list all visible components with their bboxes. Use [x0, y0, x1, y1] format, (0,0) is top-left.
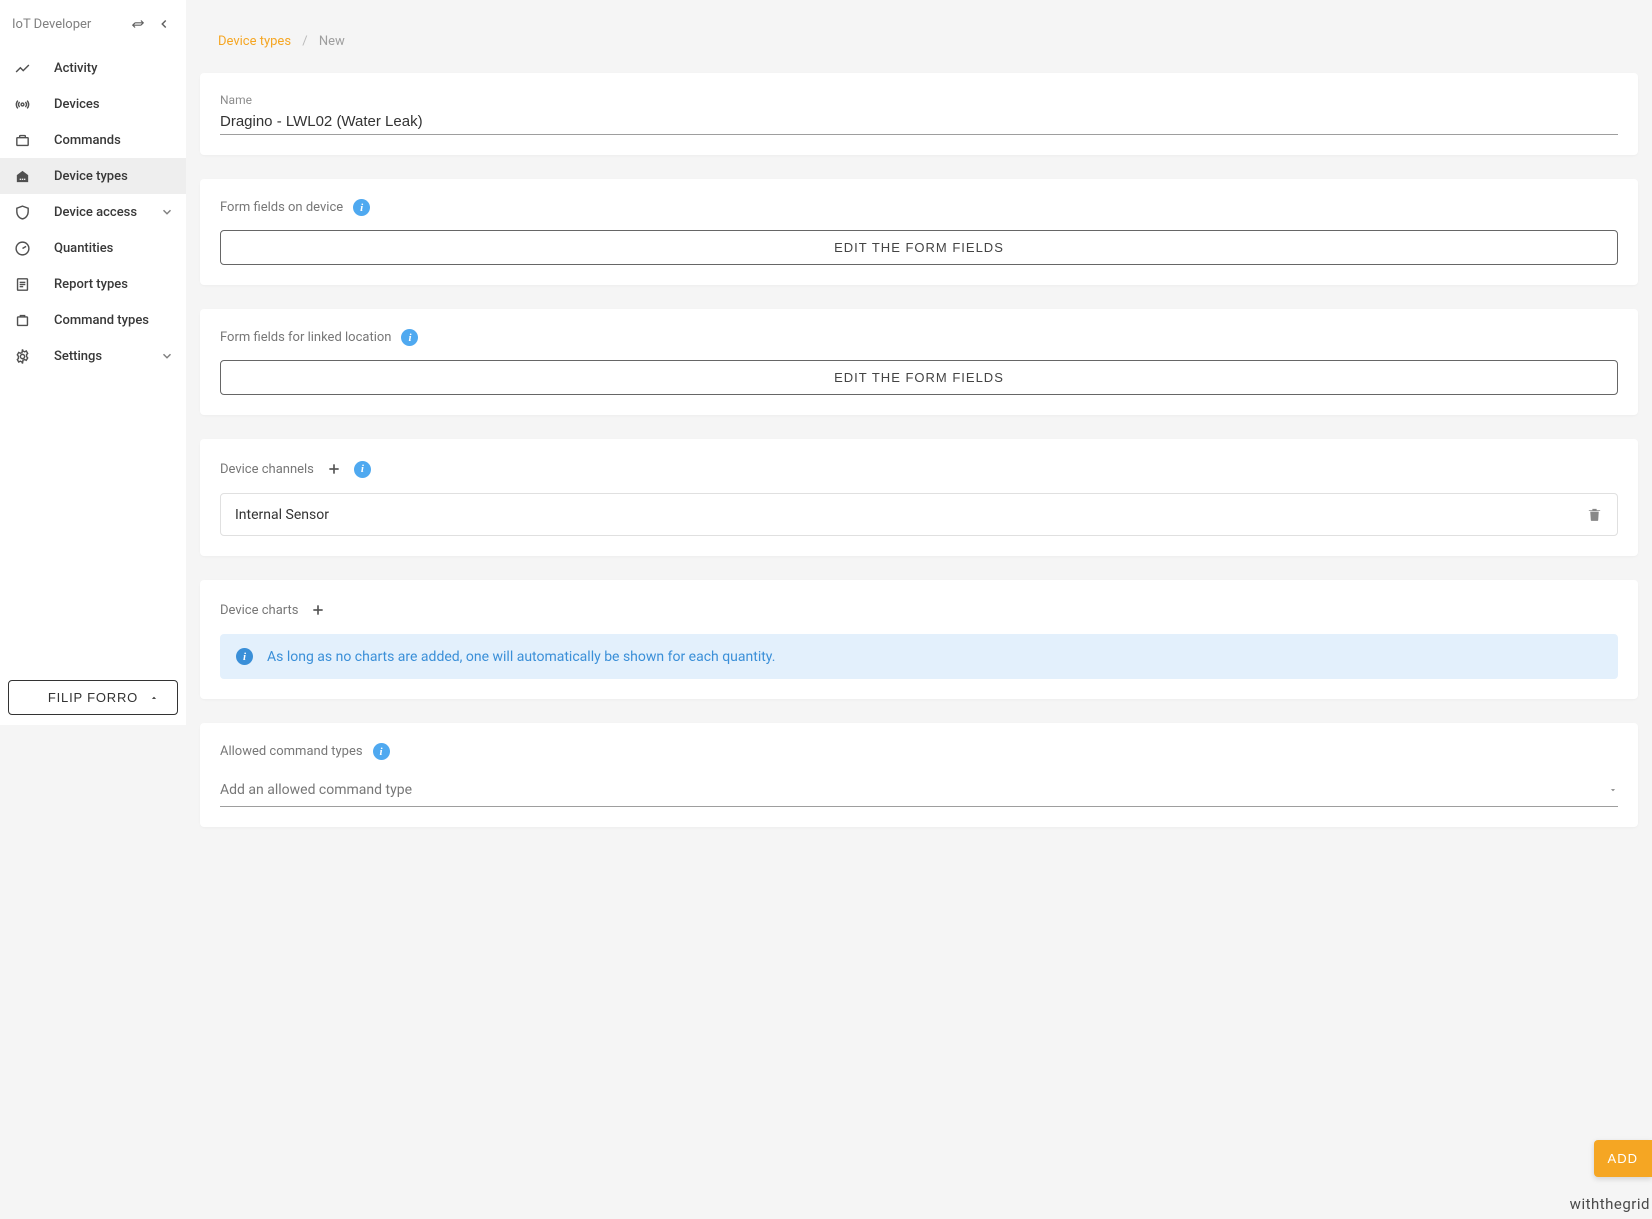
info-icon[interactable]: i: [401, 329, 418, 346]
add-channel-button[interactable]: [324, 459, 344, 479]
sidebar-item-quantities[interactable]: Quantities: [0, 230, 186, 266]
sidebar-item-label: Commands: [54, 133, 174, 148]
sidebar-item-report-types[interactable]: Report types: [0, 266, 186, 302]
devices-icon: [12, 94, 32, 114]
sidebar-item-device-types[interactable]: Device types: [0, 158, 186, 194]
info-icon[interactable]: i: [373, 743, 390, 760]
channel-name: Internal Sensor: [235, 507, 1586, 523]
sidebar-item-label: Device access: [54, 205, 160, 220]
sidebar-item-label: Settings: [54, 349, 160, 364]
sidebar-item-label: Devices: [54, 97, 174, 112]
breadcrumb-current: New: [319, 34, 345, 49]
collapse-icon[interactable]: [154, 14, 174, 34]
user-name: FILIP FORRO: [48, 690, 138, 705]
chevron-down-icon: [160, 205, 174, 219]
card-form-fields-location: Form fields for linked location i EDIT T…: [200, 309, 1638, 415]
card-form-fields-device: Form fields on device i EDIT THE FORM FI…: [200, 179, 1638, 285]
card-name: Name: [200, 73, 1638, 155]
allowed-command-type-select[interactable]: Add an allowed command type: [220, 774, 1618, 807]
sidebar-item-command-types[interactable]: Command types: [0, 302, 186, 338]
section-header: Device channels i: [220, 459, 1618, 479]
info-icon[interactable]: i: [354, 461, 371, 478]
gauge-icon: [12, 238, 32, 258]
info-icon: i: [236, 648, 253, 665]
name-input[interactable]: [220, 109, 1618, 135]
brand-footer: withthegrid: [1570, 1195, 1650, 1213]
arrow-up-icon: [149, 693, 159, 703]
section-header: Device charts: [220, 600, 1618, 620]
select-placeholder: Add an allowed command type: [220, 782, 1608, 798]
sidebar-item-device-access[interactable]: Device access: [0, 194, 186, 230]
sidebar-title: IoT Developer: [12, 17, 122, 32]
sidebar-item-label: Quantities: [54, 241, 174, 256]
dropdown-arrow-icon: [1608, 785, 1618, 795]
sidebar-item-label: Command types: [54, 313, 174, 328]
commands-icon: [12, 130, 32, 150]
gear-icon: [12, 346, 32, 366]
sidebar-item-commands[interactable]: Commands: [0, 122, 186, 158]
section-header: Form fields for linked location i: [220, 329, 1618, 346]
activity-icon: [12, 58, 32, 78]
sidebar-header: IoT Developer: [0, 0, 186, 48]
sidebar-item-label: Report types: [54, 277, 174, 292]
field-name: Name: [220, 93, 1618, 135]
section-header: Allowed command types i: [220, 743, 1618, 760]
field-label: Name: [220, 93, 1618, 107]
delete-channel-button[interactable]: [1586, 506, 1603, 523]
breadcrumb: Device types / New: [200, 0, 1638, 73]
device-types-icon: [12, 166, 32, 186]
info-icon[interactable]: i: [353, 199, 370, 216]
section-label: Device channels: [220, 462, 314, 477]
shield-icon: [12, 202, 32, 222]
sidebar-item-devices[interactable]: Devices: [0, 86, 186, 122]
section-label: Form fields for linked location: [220, 330, 391, 345]
breadcrumb-link[interactable]: Device types: [218, 34, 291, 49]
card-device-channels: Device channels i Internal Sensor: [200, 439, 1638, 556]
report-icon: [12, 274, 32, 294]
charts-info-text: As long as no charts are added, one will…: [267, 649, 775, 665]
user-menu-button[interactable]: FILIP FORRO: [8, 680, 178, 715]
edit-form-fields-button[interactable]: EDIT THE FORM FIELDS: [220, 360, 1618, 395]
charts-info-banner: i As long as no charts are added, one wi…: [220, 634, 1618, 679]
sidebar: IoT Developer Activity Devices: [0, 0, 186, 725]
sidebar-footer: FILIP FORRO: [0, 670, 186, 725]
add-button[interactable]: ADD: [1594, 1140, 1652, 1177]
section-label: Allowed command types: [220, 744, 363, 759]
sidebar-item-label: Activity: [54, 61, 174, 76]
command-types-icon: [12, 310, 32, 330]
swap-icon[interactable]: [128, 14, 148, 34]
section-label: Device charts: [220, 603, 298, 618]
section-header: Form fields on device i: [220, 199, 1618, 216]
breadcrumb-separator: /: [302, 34, 307, 49]
section-label: Form fields on device: [220, 200, 343, 215]
sidebar-item-settings[interactable]: Settings: [0, 338, 186, 374]
channel-row[interactable]: Internal Sensor: [220, 493, 1618, 536]
card-allowed-command-types: Allowed command types i Add an allowed c…: [200, 723, 1638, 827]
chevron-down-icon: [160, 349, 174, 363]
main-content: Device types / New Name Form fields on d…: [186, 0, 1652, 1219]
edit-form-fields-button[interactable]: EDIT THE FORM FIELDS: [220, 230, 1618, 265]
sidebar-nav: Activity Devices Commands Device types: [0, 48, 186, 670]
sidebar-item-activity[interactable]: Activity: [0, 50, 186, 86]
add-chart-button[interactable]: [308, 600, 328, 620]
sidebar-item-label: Device types: [54, 169, 174, 184]
card-device-charts: Device charts i As long as no charts are…: [200, 580, 1638, 699]
